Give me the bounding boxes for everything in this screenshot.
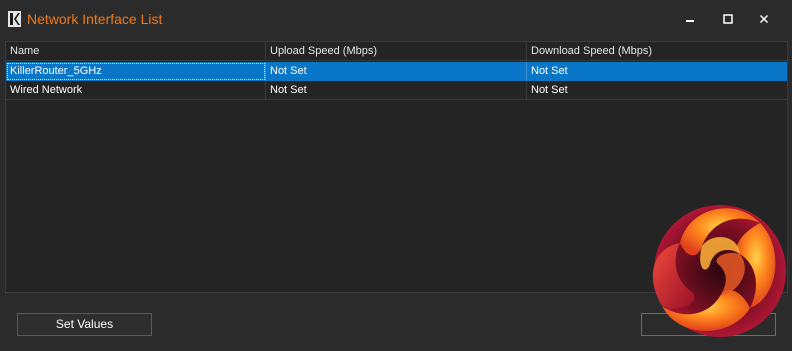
cell-name[interactable]: Wired Network	[6, 81, 266, 99]
killer-logo-icon	[8, 11, 21, 27]
maximize-icon	[723, 14, 733, 24]
maximize-button[interactable]	[718, 9, 738, 29]
column-header-upload-speed[interactable]: Upload Speed (Mbps)	[266, 42, 527, 60]
minimize-button[interactable]	[680, 9, 700, 29]
cell-upload-speed[interactable]: Not Set	[266, 81, 527, 99]
close-icon	[759, 14, 769, 24]
title-bar[interactable]: Network Interface List	[0, 0, 792, 38]
minimize-icon	[686, 20, 694, 22]
cell-upload-speed[interactable]: Not Set	[266, 62, 527, 81]
brand-logo-icon	[652, 205, 786, 337]
table-header: Name Upload Speed (Mbps) Download Speed …	[6, 42, 787, 61]
cell-download-speed[interactable]: Not Set	[527, 81, 787, 99]
close-button[interactable]	[754, 9, 774, 29]
column-header-download-speed[interactable]: Download Speed (Mbps)	[527, 42, 787, 60]
table-row[interactable]: Wired Network Not Set Not Set	[6, 81, 787, 100]
window-title: Network Interface List	[27, 11, 163, 27]
cell-download-speed[interactable]: Not Set	[527, 62, 787, 81]
cell-name[interactable]: KillerRouter_5GHz	[6, 62, 266, 81]
column-header-name[interactable]: Name	[6, 42, 266, 60]
set-values-button[interactable]: Set Values	[17, 313, 152, 336]
table-row-selected[interactable]: KillerRouter_5GHz Not Set Not Set	[6, 62, 787, 81]
